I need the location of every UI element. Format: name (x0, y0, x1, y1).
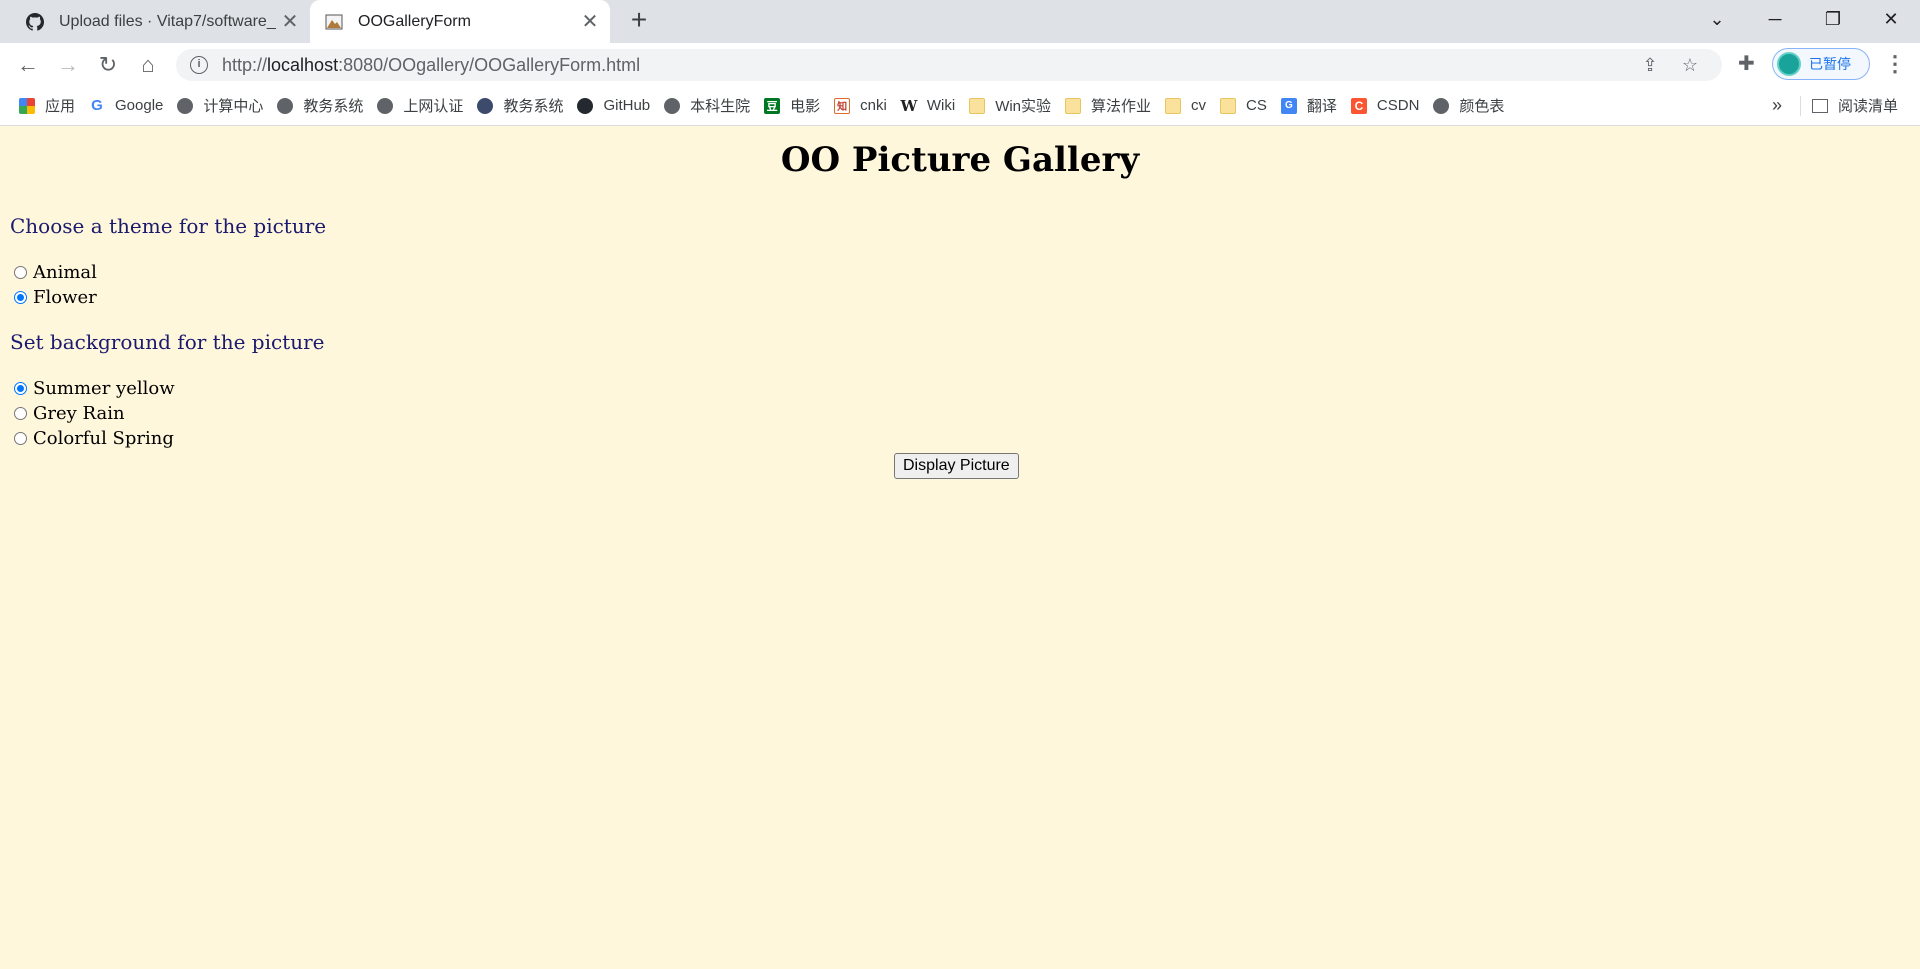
close-tab-icon[interactable]: ✕ (576, 9, 604, 34)
bookmark-google[interactable]: G Google (82, 97, 170, 114)
folder-icon (1220, 97, 1237, 114)
university-icon (477, 97, 494, 114)
display-picture-button[interactable]: Display Picture (894, 453, 1019, 479)
reload-icon[interactable]: ↻ (88, 47, 128, 83)
theme-radio-animal[interactable] (14, 266, 27, 279)
address-bar[interactable]: i http://localhost:8080/OOgallery/OOGall… (176, 49, 1722, 81)
folder-icon (969, 97, 986, 114)
bookmark-algorithm-homework[interactable]: 算法作业 (1058, 95, 1158, 116)
menu-kebab-icon[interactable]: ⋮ (1884, 51, 1906, 77)
bookmark-csdn[interactable]: C CSDN (1344, 97, 1427, 114)
github-icon (577, 97, 594, 114)
bookmark-computing-center[interactable]: 计算中心 (170, 95, 270, 116)
theme-heading: Choose a theme for the picture (10, 214, 327, 238)
wikipedia-icon: W (900, 96, 918, 115)
more-bookmarks-icon[interactable]: » (1772, 95, 1782, 116)
bookmark-color-table[interactable]: 颜色表 (1426, 95, 1511, 116)
bookmarks-divider (1800, 96, 1801, 116)
profile-status: 已暂停 (1809, 56, 1851, 72)
url-text[interactable]: http://localhost:8080/OOgallery/OOGaller… (222, 55, 1630, 76)
globe-icon (177, 97, 194, 114)
cnki-icon: 知 (834, 97, 851, 114)
extensions-puzzle-icon[interactable]: ✚ (1738, 51, 1755, 76)
theme-option-animal[interactable]: Animal (14, 262, 97, 283)
forward-icon[interactable]: → (48, 47, 88, 83)
bookmark-undergrad-school[interactable]: 本科生院 (657, 95, 757, 116)
new-tab-icon[interactable]: + (624, 6, 654, 36)
globe-icon (664, 97, 681, 114)
background-radio-summer-yellow[interactable] (14, 382, 27, 395)
share-icon[interactable]: ⇪ (1630, 55, 1670, 76)
bookmark-apps[interactable]: 应用 (12, 95, 82, 116)
close-tab-icon[interactable]: ✕ (276, 9, 304, 34)
globe-icon (1433, 97, 1450, 114)
theme-radio-flower[interactable] (14, 291, 27, 304)
bookmark-cnki[interactable]: 知 cnki (827, 97, 894, 114)
avatar (1777, 52, 1801, 76)
image-icon (324, 12, 344, 32)
bookmark-star-icon[interactable]: ☆ (1670, 55, 1710, 76)
bookmark-win-lab[interactable]: Win实验 (962, 95, 1058, 116)
bookmark-translate[interactable]: G 翻译 (1274, 95, 1344, 116)
bookmark-wiki[interactable]: W Wiki (894, 96, 962, 115)
tab-oogalleryform[interactable]: OOGalleryForm ✕ (310, 0, 610, 43)
globe-icon (377, 97, 394, 114)
profile-button[interactable]: 已暂停 (1772, 48, 1870, 80)
page-content: OO Picture Gallery Choose a theme for th… (0, 126, 1920, 969)
bookmarks-bar: 应用 G Google 计算中心 教务系统 上网认证 教务系统 GitHub 本… (0, 86, 1920, 126)
csdn-icon: C (1350, 97, 1367, 114)
bookmark-github[interactable]: GitHub (570, 97, 657, 114)
github-icon (25, 12, 45, 32)
apps-grid-icon (19, 97, 35, 114)
background-radio-grey-rain[interactable] (14, 407, 27, 420)
bookmark-cs[interactable]: CS (1213, 97, 1274, 114)
bookmark-cv[interactable]: cv (1158, 97, 1213, 114)
page-title: OO Picture Gallery (780, 140, 1140, 180)
tab-search-icon[interactable]: ⌄ (1688, 0, 1746, 38)
reading-list-button[interactable]: 阅读清单 (1812, 95, 1898, 116)
bookmark-network-auth[interactable]: 上网认证 (370, 95, 470, 116)
background-option-colorful-spring[interactable]: Colorful Spring (14, 428, 174, 449)
home-icon[interactable]: ⌂ (128, 47, 168, 83)
restore-icon[interactable]: ❐ (1804, 0, 1862, 38)
folder-icon (1165, 97, 1182, 114)
browser-toolbar: ← → ↻ ⌂ i http://localhost:8080/OOgaller… (0, 43, 1920, 86)
google-icon: G (91, 97, 103, 114)
tab-title: Upload files · Vitap7/software_ (59, 12, 276, 30)
minimize-icon[interactable]: ─ (1746, 0, 1804, 38)
background-radio-colorful-spring[interactable] (14, 432, 27, 445)
bookmark-movies[interactable]: 豆 电影 (757, 95, 827, 116)
folder-icon (1065, 97, 1082, 114)
window-controls: ⌄ ─ ❐ ✕ (1688, 0, 1920, 38)
globe-icon (277, 97, 294, 114)
background-option-grey-rain[interactable]: Grey Rain (14, 403, 125, 424)
tab-github-upload[interactable]: Upload files · Vitap7/software_ ✕ (10, 0, 310, 43)
site-info-icon[interactable]: i (190, 56, 208, 74)
close-window-icon[interactable]: ✕ (1862, 0, 1920, 38)
theme-option-flower[interactable]: Flower (14, 287, 97, 308)
bookmark-academic-system-2[interactable]: 教务系统 (470, 95, 570, 116)
translate-icon: G (1280, 97, 1297, 114)
bookmark-academic-system[interactable]: 教务系统 (270, 95, 370, 116)
background-heading: Set background for the picture (10, 330, 325, 354)
tab-strip: Upload files · Vitap7/software_ ✕ OOGall… (0, 0, 1920, 43)
reading-list-icon (1812, 98, 1828, 113)
tab-title: OOGalleryForm (358, 12, 471, 30)
background-option-summer-yellow[interactable]: Summer yellow (14, 378, 175, 399)
douban-icon: 豆 (764, 97, 781, 114)
back-icon[interactable]: ← (8, 47, 48, 83)
